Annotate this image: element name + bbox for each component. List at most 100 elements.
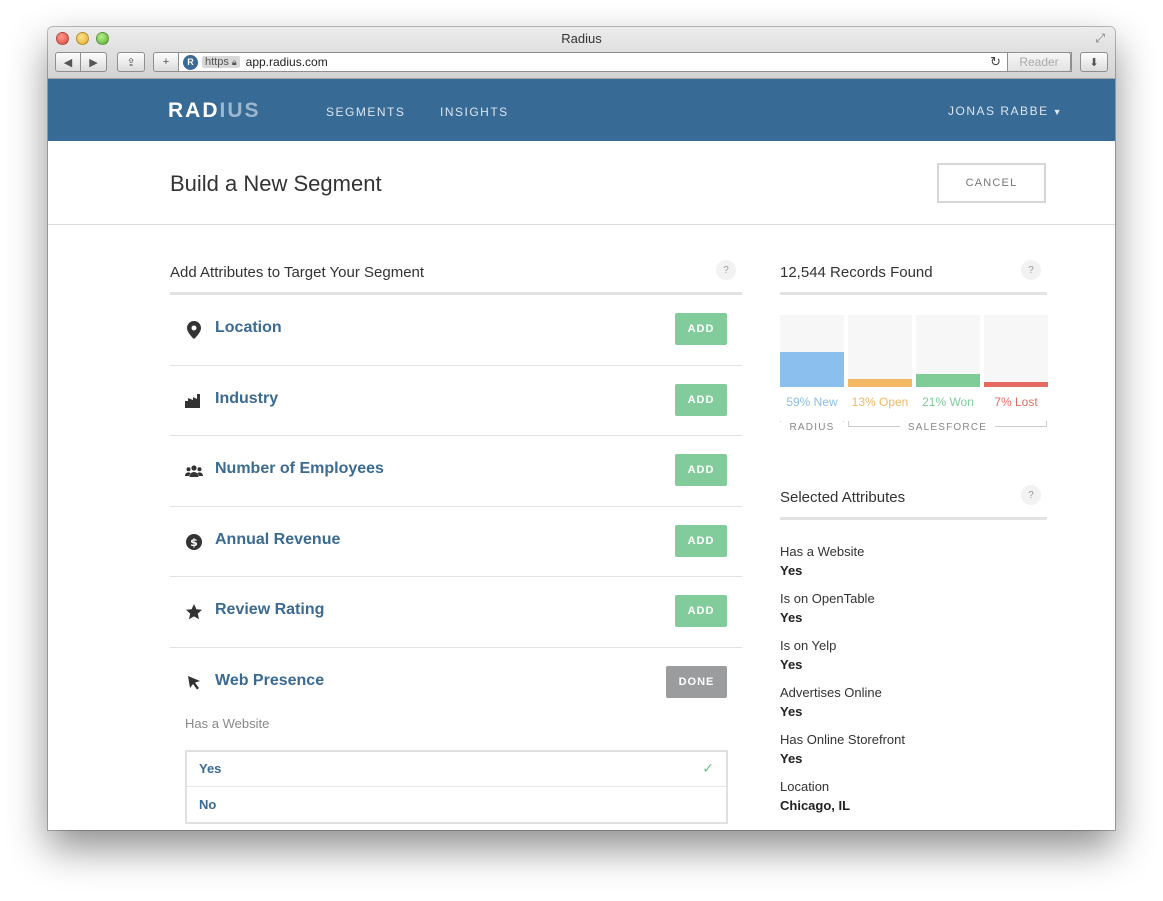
page-title: Build a New Segment xyxy=(170,171,382,196)
user-name: JONAS RABBE xyxy=(948,104,1049,118)
cursor-icon xyxy=(184,673,204,693)
attribute-label[interactable]: Number of Employees xyxy=(215,460,384,478)
group-label-salesforce-text: SALESFORCE xyxy=(899,422,996,433)
selected-attribute-value: Yes xyxy=(780,657,803,672)
browser-titlebar: Radius ⤢ ◀ ▶ ⇪ + R https 🔒︎ app.radius.c… xyxy=(48,27,1115,79)
forward-button[interactable]: ▶ xyxy=(81,52,107,72)
attribute-label[interactable]: Review Rating xyxy=(215,601,324,619)
nav-link-segments[interactable]: SEGMENTS xyxy=(326,105,405,119)
bar-new[interactable] xyxy=(780,351,844,387)
selected-attribute-key: Location xyxy=(780,779,830,794)
attributes-panel: Add Attributes to Target Your Segment ? … xyxy=(170,260,742,828)
selected-attribute: Has Online Storefront Yes xyxy=(780,732,1047,766)
help-icon[interactable]: ? xyxy=(716,260,736,280)
people-icon xyxy=(184,461,204,481)
reader-button[interactable]: Reader xyxy=(1007,52,1071,72)
dollar-icon: $ xyxy=(184,532,204,552)
selected-attribute-key: Has Online Storefront xyxy=(780,732,906,747)
https-badge: https 🔒︎ xyxy=(202,56,240,68)
svg-text:$: $ xyxy=(190,536,198,549)
group-label-radius: RADIUS xyxy=(780,422,844,433)
attributes-heading: Add Attributes to Target Your Segment ? xyxy=(170,260,742,295)
selected-heading-text: Selected Attributes xyxy=(780,489,906,506)
industry-icon xyxy=(184,391,204,411)
selected-attribute: Is on OpenTable Yes xyxy=(780,591,1047,625)
option-label: Yes xyxy=(199,761,222,776)
done-button[interactable]: DONE xyxy=(666,665,727,698)
bar-open[interactable] xyxy=(848,379,912,387)
selected-attribute-value: Yes xyxy=(780,751,803,766)
help-icon[interactable]: ? xyxy=(1021,260,1041,280)
option-yes[interactable]: Yes ✓ xyxy=(187,752,726,787)
selected-attribute-key: Advertises Online xyxy=(780,685,882,700)
attribute-label[interactable]: Web Presence xyxy=(215,672,324,690)
reload-icon[interactable]: ↻ xyxy=(990,54,1001,70)
attribute-row-web-presence: Web Presence DONE Has a Website Yes ✓ No xyxy=(170,648,742,828)
selected-attribute-value: Yes xyxy=(780,704,803,719)
attribute-row-location: Location ADD xyxy=(170,295,742,366)
app-navbar: RADIUS SEGMENTS INSIGHTS JONAS RABBE ▼ xyxy=(48,79,1115,141)
bar-lost[interactable] xyxy=(984,382,1048,387)
back-arrow-icon: ◀ xyxy=(63,56,73,69)
bar-track-won xyxy=(916,315,980,387)
page-header: Build a New Segment CANCEL xyxy=(48,141,1115,225)
add-industry-button[interactable]: ADD xyxy=(675,383,727,416)
share-button[interactable]: ⇪ xyxy=(117,52,145,72)
protocol-label: https xyxy=(205,56,229,68)
selected-attribute-key: Is on OpenTable xyxy=(780,591,875,606)
attribute-label[interactable]: Annual Revenue xyxy=(215,531,340,549)
add-rating-button[interactable]: ADD xyxy=(675,595,727,627)
option-list: Yes ✓ No xyxy=(185,749,728,824)
selected-attribute-value: Yes xyxy=(780,563,803,578)
map-pin-icon xyxy=(184,320,204,340)
option-label: No xyxy=(199,796,217,812)
attribute-row-industry: Industry ADD xyxy=(170,366,742,436)
attribute-row-revenue: $ Annual Revenue ADD xyxy=(170,507,742,577)
add-revenue-button[interactable]: ADD xyxy=(675,524,727,557)
selected-attribute-value: Chicago, IL xyxy=(780,798,851,813)
forward-arrow-icon: ▶ xyxy=(89,56,98,69)
help-icon[interactable]: ? xyxy=(1021,485,1041,505)
add-employees-button[interactable]: ADD xyxy=(675,454,727,486)
add-location-button[interactable]: ADD xyxy=(675,313,727,345)
bar-label-lost: 7% Lost xyxy=(994,395,1038,409)
bar-track-open xyxy=(848,315,912,387)
attributes-heading-text: Add Attributes to Target Your Segment xyxy=(170,264,425,281)
selected-attribute-key: Has a Website xyxy=(780,544,865,559)
bar-label-open: 13% Open xyxy=(851,395,909,409)
lock-icon: 🔒︎ xyxy=(231,56,237,67)
attribute-label[interactable]: Location xyxy=(215,319,282,337)
records-heading: 12,544 Records Found ? xyxy=(780,260,1047,295)
option-no[interactable]: No xyxy=(187,787,726,822)
selected-attribute: Has a Website Yes xyxy=(780,544,1047,578)
radius-logo[interactable]: RADIUS xyxy=(168,99,261,123)
selected-attribute: Location Chicago, IL xyxy=(780,779,1047,813)
back-button[interactable]: ◀ xyxy=(55,52,81,72)
selected-heading: Selected Attributes ? xyxy=(780,485,1047,520)
bar-track-lost xyxy=(984,315,1048,387)
cancel-button[interactable]: CANCEL xyxy=(937,163,1046,203)
star-icon xyxy=(184,602,204,622)
share-icon: ⇪ xyxy=(126,56,136,69)
nav-link-insights[interactable]: INSIGHTS xyxy=(440,105,509,119)
browser-toolbar: ◀ ▶ ⇪ + R https 🔒︎ app.radius.com ↻ Read… xyxy=(55,51,1108,73)
bar-track-new xyxy=(780,315,844,387)
bar-won[interactable] xyxy=(916,374,980,387)
address-bar[interactable]: R https 🔒︎ app.radius.com ↻ Reader xyxy=(179,52,1072,72)
user-menu[interactable]: JONAS RABBE ▼ xyxy=(948,104,1063,118)
new-tab-button[interactable]: + xyxy=(153,52,179,72)
url-text: app.radius.com xyxy=(245,55,328,69)
bar-label-new: 59% New xyxy=(786,395,838,409)
attribute-label[interactable]: Industry xyxy=(215,390,278,408)
download-icon: ⬇ xyxy=(1089,56,1099,69)
records-panel: 12,544 Records Found ? RADIUS SALESFORCE… xyxy=(780,260,1048,813)
records-count: 12,544 Records Found xyxy=(780,264,933,281)
fullscreen-icon[interactable]: ⤢ xyxy=(1095,31,1105,46)
selected-attribute-value: Yes xyxy=(780,610,803,625)
records-chart: RADIUS SALESFORCE 59% New 13% Open 21% Won… xyxy=(780,315,1048,435)
downloads-button[interactable]: ⬇ xyxy=(1080,52,1108,72)
selected-attribute: Is on Yelp Yes xyxy=(780,638,1047,672)
attribute-row-rating: Review Rating ADD xyxy=(170,577,742,648)
check-icon: ✓ xyxy=(702,760,714,776)
selected-attribute-key: Is on Yelp xyxy=(780,638,837,653)
